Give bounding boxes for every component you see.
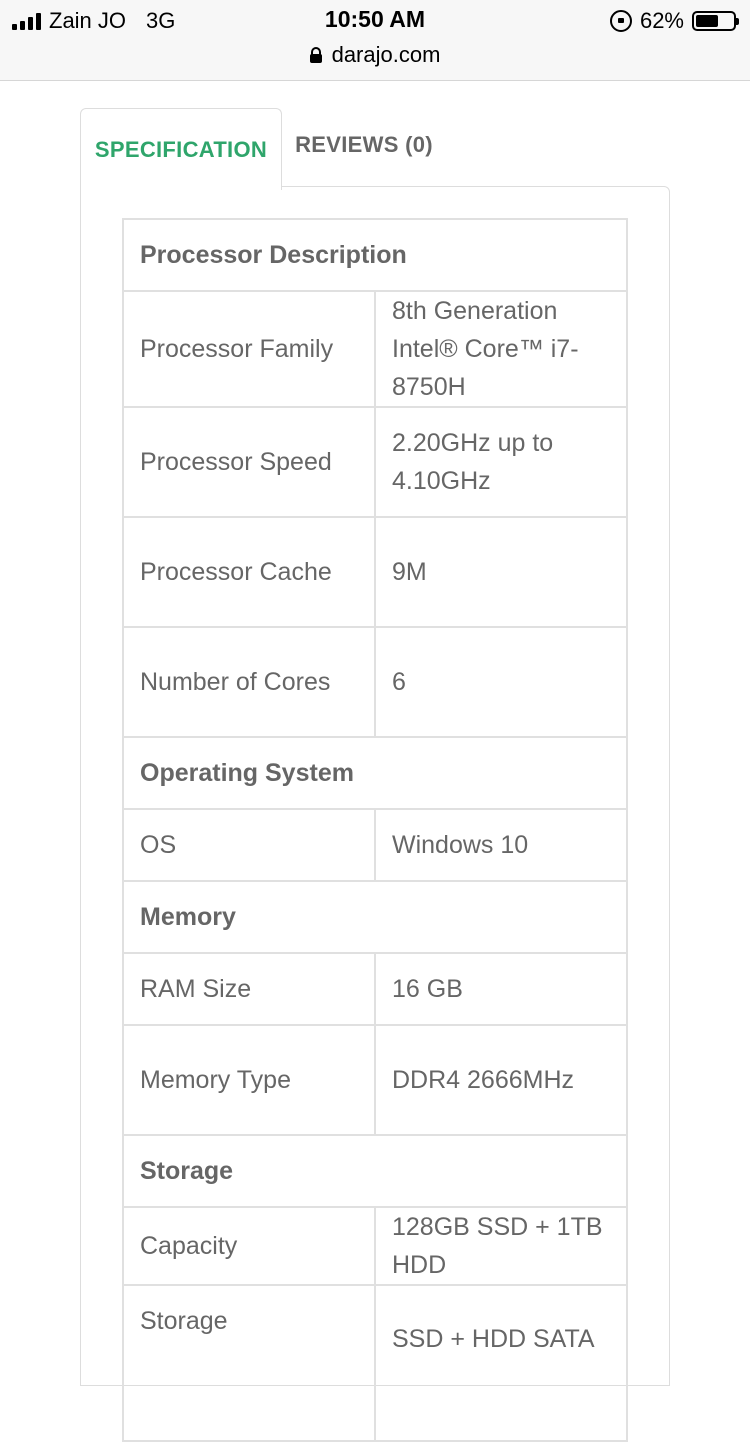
table-section-row: Storage [122, 1134, 628, 1208]
spec-label: Processor Family [122, 290, 376, 408]
spec-value: 2.20GHz up to 4.10GHz [374, 406, 628, 518]
spec-label: OS [122, 808, 376, 882]
table-section-row: Processor Description [122, 218, 628, 292]
spec-label: Storage [122, 1284, 376, 1442]
spec-value: 8th Generation Intel® Core™ i7-8750H [374, 290, 628, 408]
table-row: OS Windows 10 [122, 808, 628, 882]
section-heading: Storage [122, 1134, 628, 1208]
spec-label: RAM Size [122, 952, 376, 1026]
orientation-lock-icon [609, 10, 632, 32]
battery-fill [696, 15, 718, 27]
spec-value: Windows 10 [374, 808, 628, 882]
table-row: Memory Type DDR4 2666MHz [122, 1024, 628, 1136]
tab-reviews[interactable]: REVIEWS (0) [282, 108, 446, 182]
table-row: Storage SSD + HDD SATA [122, 1284, 628, 1442]
table-row: Capacity 128GB SSD + 1TB HDD [122, 1206, 628, 1286]
spec-label: Capacity [122, 1206, 376, 1286]
padlock-icon [309, 47, 322, 63]
spec-label: Number of Cores [122, 626, 376, 738]
section-heading: Processor Description [122, 218, 628, 292]
battery-percent: 62% [639, 8, 684, 33]
address-bar[interactable]: darajo.com [0, 40, 750, 70]
tab-specification[interactable]: SPECIFICATION [80, 108, 282, 190]
status-right: 62% [609, 8, 739, 34]
section-heading: Operating System [122, 736, 628, 810]
url-text[interactable]: darajo.com [332, 42, 441, 68]
spec-label: Memory Type [122, 1024, 376, 1136]
spec-label: Processor Cache [122, 516, 376, 628]
table-row: Processor Family 8th Generation Intel® C… [122, 290, 628, 408]
spec-label: Processor Speed [122, 406, 376, 518]
spec-value: DDR4 2666MHz [374, 1024, 628, 1136]
spec-value: 9M [374, 516, 628, 628]
table-row: Processor Cache 9M [122, 516, 628, 628]
browser-top-bar: Zain JO 3G 10:50 AM 62% darajo.com [0, 0, 750, 81]
table-section-row: Memory [122, 880, 628, 954]
specification-table: Processor Description Processor Family 8… [122, 218, 628, 1442]
spec-value: 16 GB [374, 952, 628, 1026]
table-row: Processor Speed 2.20GHz up to 4.10GHz [122, 406, 628, 518]
table-row: Number of Cores 6 [122, 626, 628, 738]
spec-value: 6 [374, 626, 628, 738]
section-heading: Memory [122, 880, 628, 954]
spec-value: 128GB SSD + 1TB HDD [374, 1206, 628, 1286]
table-row: RAM Size 16 GB [122, 952, 628, 1026]
spec-value: SSD + HDD SATA [374, 1284, 628, 1442]
table-section-row: Operating System [122, 736, 628, 810]
battery-icon [692, 11, 739, 31]
